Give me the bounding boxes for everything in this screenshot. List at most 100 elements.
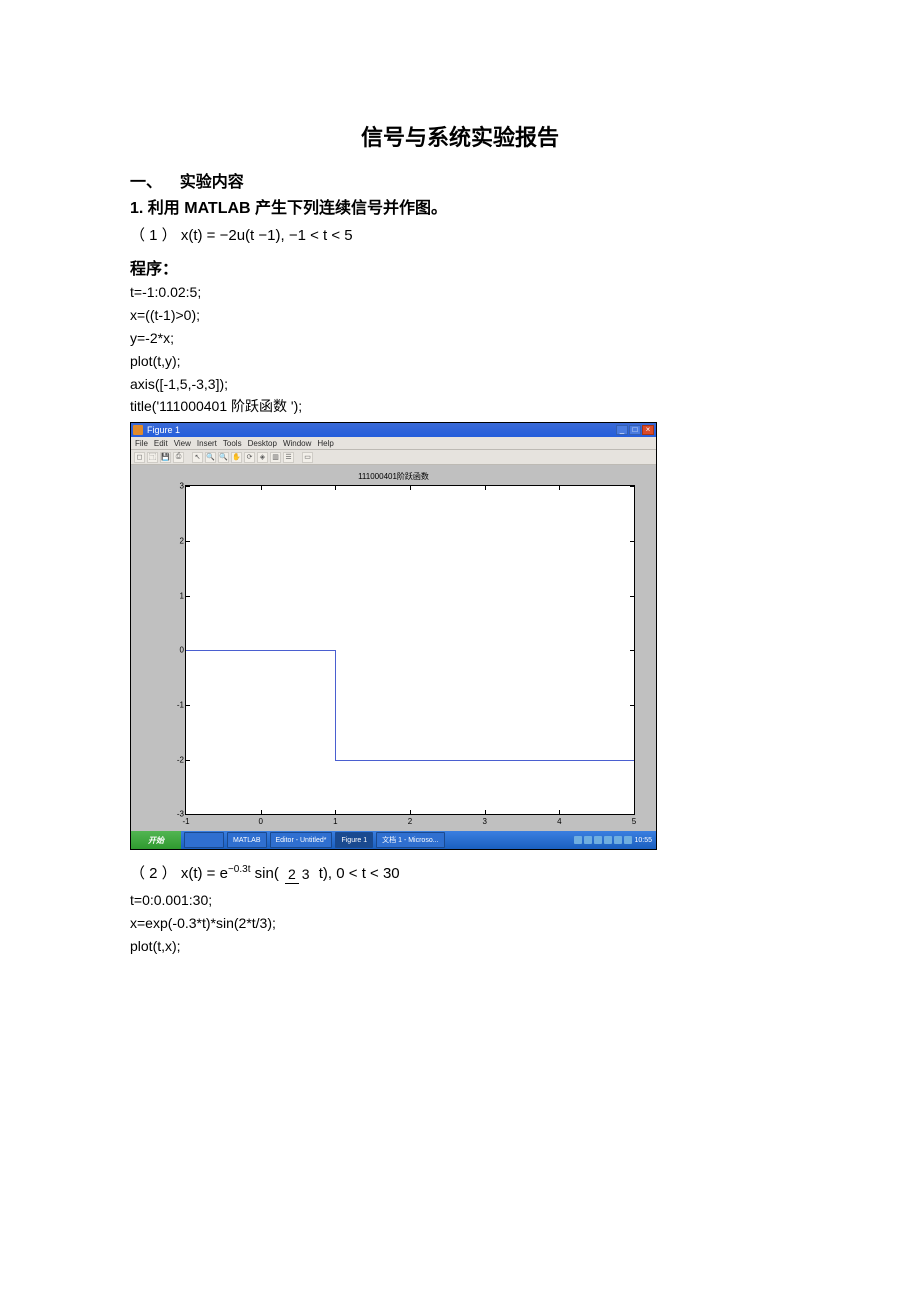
menu-file[interactable]: File: [135, 439, 148, 448]
pan-icon[interactable]: ✋: [231, 452, 242, 463]
colorbar-icon[interactable]: ▥: [270, 452, 281, 463]
taskbar-quicklaunch[interactable]: [184, 832, 224, 848]
ytick-label: -1: [164, 701, 184, 710]
menu-window[interactable]: Window: [283, 439, 311, 448]
tray-icon[interactable]: [604, 836, 612, 844]
tray-icon[interactable]: [614, 836, 622, 844]
code-line: x=exp(-0.3*t)*sin(2*t/3);: [130, 914, 790, 933]
ytick-mark: [630, 650, 634, 651]
eq1-prefix: （ 1 ）: [130, 227, 177, 244]
xtick-mark: [485, 810, 486, 814]
menu-help[interactable]: Help: [317, 439, 333, 448]
xtick-label: 1: [333, 817, 337, 826]
xtick-mark: [261, 486, 262, 490]
xtick-mark: [485, 486, 486, 490]
equation-2: （ 2 ） x(t) = e−0.3t sin( 23 t), 0 < t < …: [130, 862, 790, 883]
taskbar-item-matlab[interactable]: MATLAB: [227, 832, 267, 848]
close-button[interactable]: ×: [642, 425, 654, 435]
code-line: title('111000401 阶跃函数 ');: [130, 397, 790, 416]
xtick-label: -1: [182, 817, 189, 826]
plot-line: [335, 760, 634, 761]
matlab-icon: [133, 425, 143, 435]
hide-tools-icon[interactable]: ▭: [302, 452, 313, 463]
code-line: plot(t,y);: [130, 352, 790, 371]
ytick-label: -2: [164, 755, 184, 764]
plot-line: [335, 650, 336, 759]
xtick-label: 4: [557, 817, 561, 826]
task-line: 1. 利用 MATLAB 产生下列连续信号并作图。: [130, 194, 790, 218]
ytick-mark: [630, 541, 634, 542]
code-line: t=-1:0.02:5;: [130, 283, 790, 302]
figure-menubar: File Edit View Insert Tools Desktop Wind…: [131, 437, 656, 450]
tray-icon[interactable]: [624, 836, 632, 844]
xtick-label: 5: [632, 817, 636, 826]
figure-toolbar: ◻ ⿹ 💾 ⎙ ↖ 🔍 🔍 ✋ ⟳ ◈ ▥ ☰ ▭: [131, 450, 656, 465]
ytick-mark: [186, 486, 190, 487]
code-line: plot(t,x);: [130, 937, 790, 956]
tray-icon[interactable]: [574, 836, 582, 844]
rotate-icon[interactable]: ⟳: [244, 452, 255, 463]
taskbar-item-editor[interactable]: Editor - Untitled*: [270, 832, 333, 848]
pointer-icon[interactable]: ↖: [192, 452, 203, 463]
ytick-label: 2: [164, 537, 184, 546]
menu-edit[interactable]: Edit: [154, 439, 168, 448]
code-line: t=0:0.001:30;: [130, 891, 790, 910]
menu-tools[interactable]: Tools: [223, 439, 242, 448]
matlab-figure-window: Figure 1 _ □ × File Edit View Insert Too…: [130, 422, 657, 850]
xtick-label: 2: [408, 817, 412, 826]
ytick-label: 3: [164, 482, 184, 491]
save-icon[interactable]: 💾: [160, 452, 171, 463]
minimize-button[interactable]: _: [616, 425, 628, 435]
xtick-label: 0: [258, 817, 262, 826]
xtick-mark: [559, 810, 560, 814]
section-heading: 一、 实验内容: [130, 168, 790, 192]
program-label: 程序：: [130, 255, 790, 279]
plot-axes: 3 2 1 0 -1 -2: [185, 485, 635, 815]
figure-titlebar: Figure 1 _ □ ×: [131, 423, 656, 437]
xtick-mark: [335, 486, 336, 490]
menu-view[interactable]: View: [174, 439, 191, 448]
menu-insert[interactable]: Insert: [197, 439, 217, 448]
ytick-mark: [186, 596, 190, 597]
taskbar-item-figure[interactable]: Figure 1: [335, 832, 373, 848]
xtick-mark: [335, 810, 336, 814]
tray-icon[interactable]: [594, 836, 602, 844]
code-line: x=((t-1)>0);: [130, 306, 790, 325]
section-num: 一、: [130, 174, 162, 191]
section-label: 实验内容: [180, 174, 244, 191]
start-button[interactable]: 开始: [131, 831, 181, 849]
window-buttons: _ □ ×: [616, 425, 654, 435]
xtick-label: 3: [482, 817, 486, 826]
taskbar-item-word[interactable]: 文档 1 - Microso...: [376, 832, 444, 848]
ytick-mark: [186, 760, 190, 761]
document-page: 信号与系统实验报告 一、 实验内容 1. 利用 MATLAB 产生下列连续信号并…: [0, 0, 920, 1020]
system-tray: 10:55: [570, 836, 656, 844]
code-line: y=-2*x;: [130, 329, 790, 348]
maximize-button[interactable]: □: [629, 425, 641, 435]
print-icon[interactable]: ⎙: [173, 452, 184, 463]
ytick-label: 0: [164, 646, 184, 655]
figure-window-title: Figure 1: [147, 425, 180, 435]
legend-icon[interactable]: ☰: [283, 452, 294, 463]
ytick-mark: [186, 541, 190, 542]
document-title: 信号与系统实验报告: [130, 120, 790, 152]
open-icon[interactable]: ⿹: [147, 452, 158, 463]
code-line: axis([-1,5,-3,3]);: [130, 375, 790, 394]
new-icon[interactable]: ◻: [134, 452, 145, 463]
ytick-mark: [630, 705, 634, 706]
figure-canvas: 111000401阶跃函数 3 2 1 0 -1: [131, 465, 656, 831]
xtick-mark: [410, 486, 411, 490]
menu-desktop[interactable]: Desktop: [248, 439, 277, 448]
xtick-mark: [261, 810, 262, 814]
ytick-label: 1: [164, 591, 184, 600]
datacursor-icon[interactable]: ◈: [257, 452, 268, 463]
ytick-label: -3: [164, 810, 184, 819]
zoomout-icon[interactable]: 🔍: [218, 452, 229, 463]
plot-area: 111000401阶跃函数 3 2 1 0 -1: [135, 469, 652, 829]
plot-line: [186, 650, 335, 651]
tray-icon[interactable]: [584, 836, 592, 844]
eq2-prefix: （ 2 ）: [130, 865, 177, 882]
plot-title: 111000401阶跃函数: [135, 471, 652, 482]
windows-taskbar: 开始 MATLAB Editor - Untitled* Figure 1 文档…: [131, 831, 656, 849]
zoomin-icon[interactable]: 🔍: [205, 452, 216, 463]
